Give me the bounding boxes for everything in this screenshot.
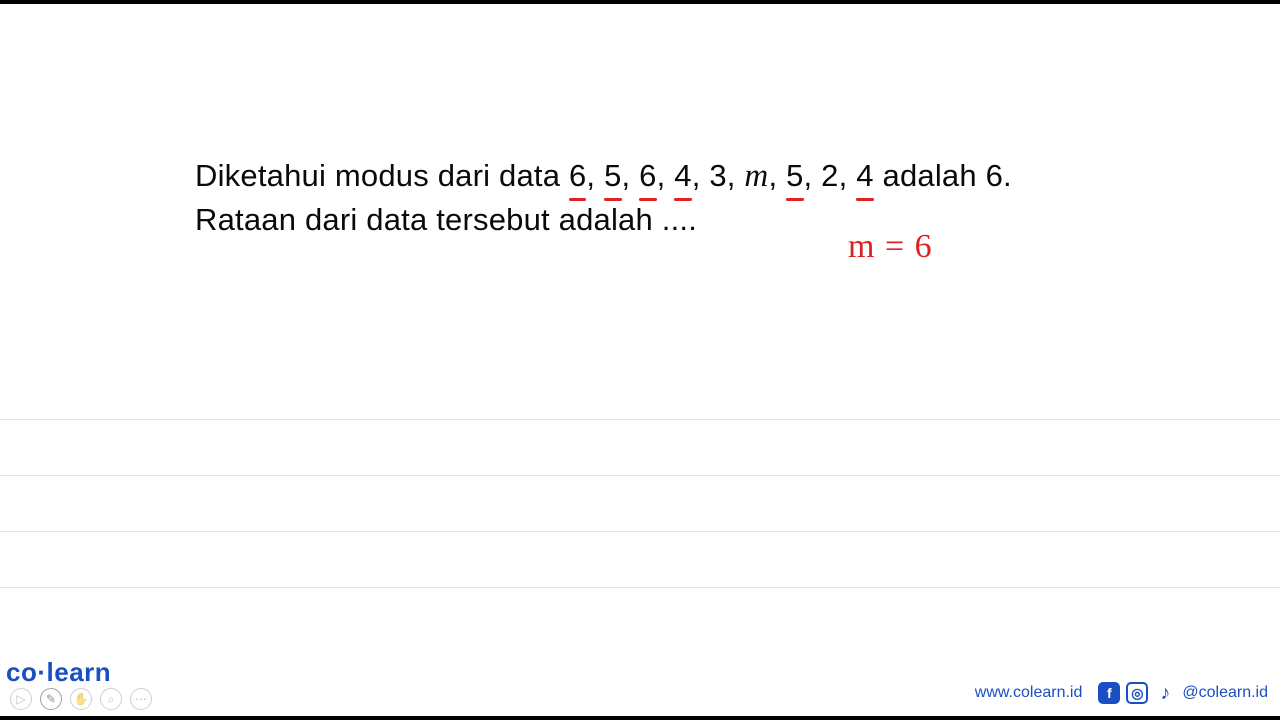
website-url: www.colearn.id xyxy=(975,684,1083,702)
social-icons: f ◎ ♪ @colearn.id xyxy=(1098,682,1268,704)
data-value-2: 5 xyxy=(604,155,621,197)
problem-line-2: Rataan dari data tersebut adalah .... xyxy=(195,199,1090,241)
ruled-lines xyxy=(0,419,1280,643)
data-value-4: 4 xyxy=(674,155,691,197)
more-icon[interactable]: ⋯ xyxy=(130,688,152,710)
data-value-6: 4 xyxy=(856,155,873,197)
pen-icon[interactable]: ✎ xyxy=(40,688,62,710)
hand-icon[interactable]: ✋ xyxy=(70,688,92,710)
comma-6: , 2, xyxy=(804,158,857,193)
brand-co: co xyxy=(6,657,37,687)
variable-m: m xyxy=(744,158,768,194)
tiktok-icon: ♪ xyxy=(1154,682,1176,704)
ruled-line xyxy=(0,419,1280,420)
ruled-line xyxy=(0,531,1280,532)
play-icon[interactable]: ▷ xyxy=(10,688,32,710)
instagram-icon: ◎ xyxy=(1126,682,1148,704)
comma-1: , xyxy=(586,158,604,193)
problem-prefix: Diketahui modus dari data xyxy=(195,158,569,193)
data-value-5: 5 xyxy=(786,155,803,197)
brand-dot: · xyxy=(37,657,46,687)
comma-4: , 3, xyxy=(692,158,745,193)
ruled-line xyxy=(0,475,1280,476)
brand-logo: co·learn xyxy=(6,657,152,688)
facebook-icon: f xyxy=(1098,682,1120,704)
brand-learn: learn xyxy=(47,657,112,687)
social-handle: @colearn.id xyxy=(1182,684,1268,702)
footer: co·learn ▷ ✎ ✋ ⌕ ⋯ www.colearn.id f ◎ ♪ … xyxy=(0,666,1280,710)
handwritten-annotation: m = 6 xyxy=(848,228,933,266)
comma-2: , xyxy=(622,158,640,193)
footer-left: co·learn ▷ ✎ ✋ ⌕ ⋯ xyxy=(4,657,152,710)
comma-5: , xyxy=(768,158,786,193)
data-value-1: 6 xyxy=(569,155,586,197)
zoom-icon[interactable]: ⌕ xyxy=(100,688,122,710)
problem-line-1: Diketahui modus dari data 6, 5, 6, 4, 3,… xyxy=(195,154,1090,199)
problem-content: Diketahui modus dari data 6, 5, 6, 4, 3,… xyxy=(195,154,1090,240)
data-value-3: 6 xyxy=(639,155,656,197)
footer-right: www.colearn.id f ◎ ♪ @colearn.id xyxy=(975,682,1268,704)
ruled-line xyxy=(0,587,1280,588)
toolbar: ▷ ✎ ✋ ⌕ ⋯ xyxy=(10,688,152,710)
comma-3: , xyxy=(657,158,675,193)
problem-suffix: adalah 6. xyxy=(874,158,1012,193)
